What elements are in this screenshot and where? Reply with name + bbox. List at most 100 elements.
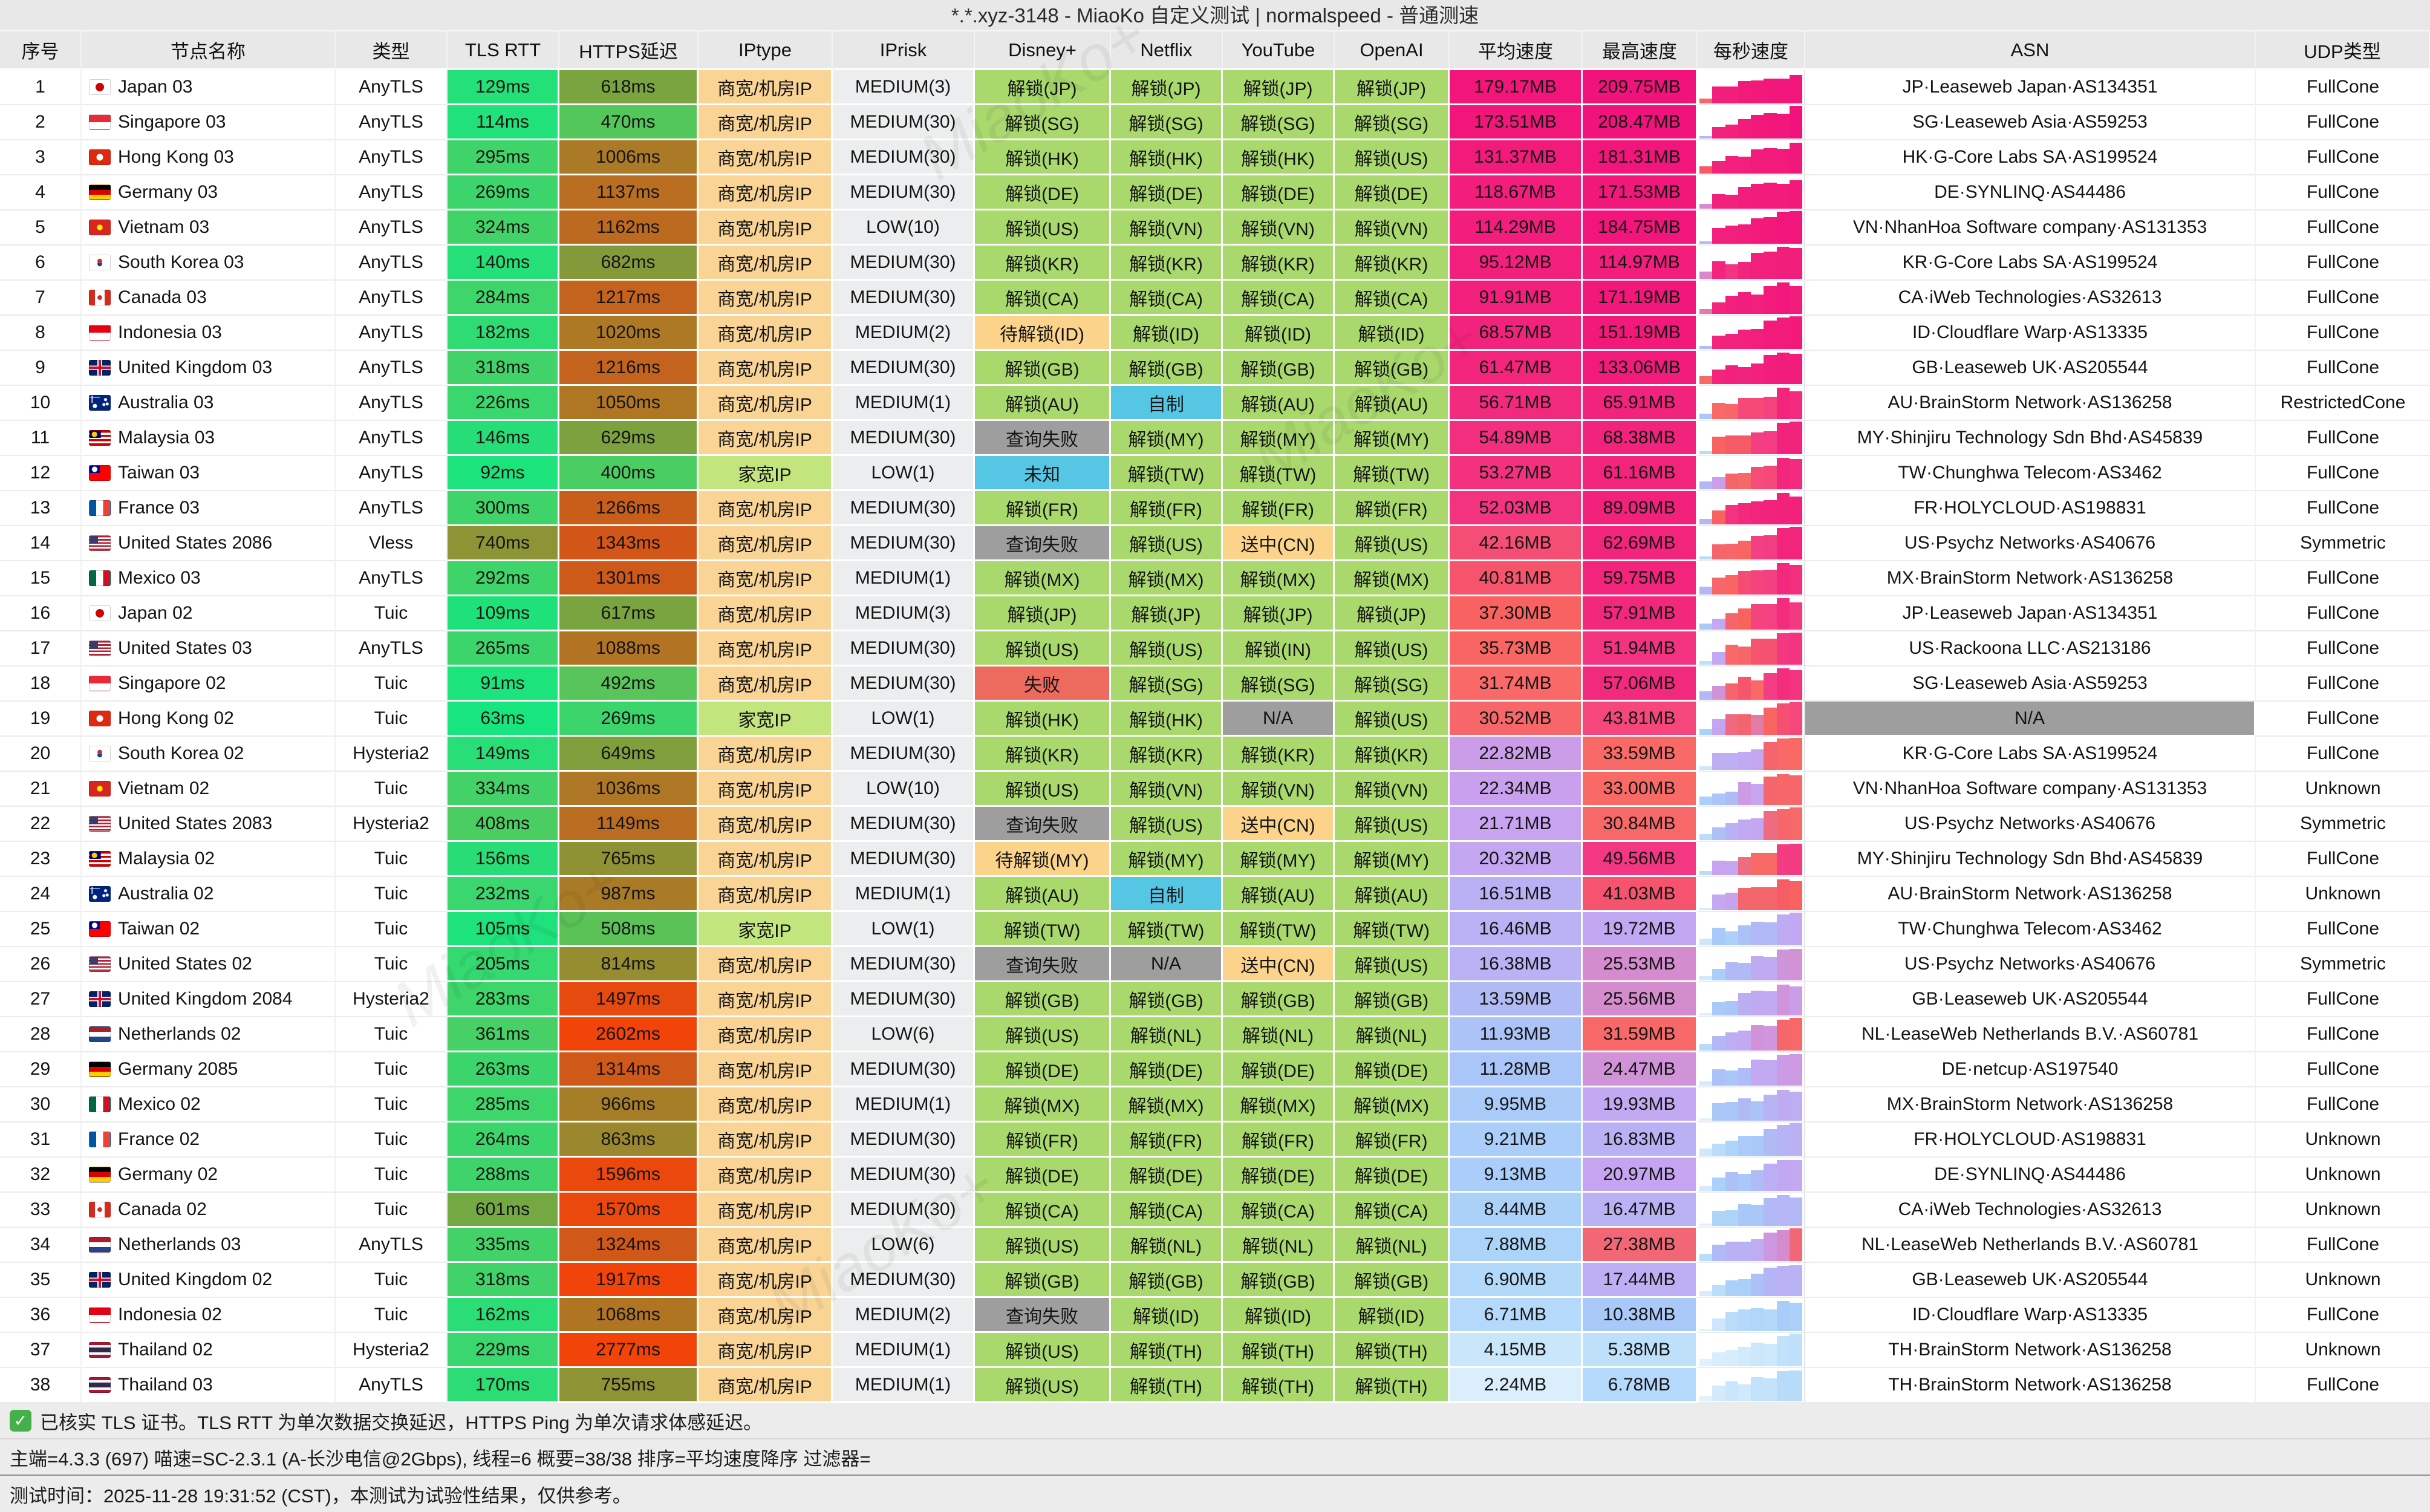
- cell-speed-chart: [1698, 1123, 1805, 1158]
- cell-type: AnyTLS: [336, 140, 448, 175]
- cell-avg-speed: 21.71MB: [1450, 807, 1583, 842]
- speed-bar: [1738, 119, 1751, 138]
- speed-bar: [1790, 949, 1802, 980]
- cell-asn: ID·Cloudflare Warp·AS13335: [1805, 1298, 2256, 1333]
- cell-openai: 解锁(US): [1335, 947, 1450, 982]
- cell-openai: 解锁(DE): [1335, 175, 1450, 210]
- cell-udp-type: Symmetric: [2256, 947, 2430, 982]
- cell-https-latency: 649ms: [559, 737, 699, 772]
- cell-netflix: 解锁(MY): [1111, 421, 1223, 456]
- speed-bar: [1712, 194, 1725, 209]
- speed-bar: [1699, 136, 1712, 138]
- node-name-label: South Korea 02: [118, 743, 244, 764]
- cell-node-name: United Kingdom 02: [82, 1263, 336, 1298]
- speed-bar: [1777, 318, 1790, 349]
- country-flag-icon: [89, 781, 111, 797]
- cell-openai: 解锁(VN): [1335, 210, 1450, 246]
- cell-ip-type: 商宽/机房IP: [699, 1193, 833, 1228]
- speed-bar: [1751, 1343, 1764, 1366]
- cell-node-name: Singapore 02: [82, 666, 336, 702]
- cell-openai: 解锁(TH): [1335, 1333, 1450, 1368]
- cell-max-speed: 114.97MB: [1583, 246, 1698, 281]
- node-name-label: United States 2083: [118, 813, 272, 834]
- speed-bar: [1712, 228, 1725, 244]
- speed-bar: [1712, 1002, 1725, 1015]
- node-name-label: Japan 03: [118, 77, 192, 97]
- cell-udp-type: FullCone: [2256, 491, 2430, 526]
- cell-type: AnyTLS: [336, 351, 448, 386]
- speed-bar: [1712, 510, 1725, 524]
- speed-bar: [1738, 752, 1751, 770]
- speed-bar: [1699, 166, 1712, 174]
- speed-bar: [1790, 1334, 1802, 1366]
- cell-tls-rtt: 140ms: [448, 246, 559, 281]
- speed-bar: [1790, 106, 1802, 138]
- speed-bar: [1764, 217, 1776, 244]
- node-name-label: Taiwan 03: [118, 463, 200, 483]
- cell-avg-speed: 56.71MB: [1450, 386, 1583, 421]
- cell-disney: 解锁(US): [975, 1368, 1111, 1403]
- speed-bar: [1790, 391, 1802, 419]
- speed-bar: [1790, 702, 1802, 735]
- speed-bar: [1738, 503, 1751, 524]
- cell-udp-type: Unknown: [2256, 1263, 2430, 1298]
- node-name-label: Thailand 03: [118, 1375, 213, 1395]
- cell-asn: NL·LeaseWeb Netherlands B.V.·AS60781: [1805, 1017, 2256, 1052]
- speed-bar: [1712, 161, 1725, 174]
- country-flag-icon: [89, 184, 111, 200]
- cell-openai: 解锁(ID): [1335, 1298, 1450, 1333]
- node-name-label: Netherlands 02: [118, 1024, 241, 1044]
- cell-netflix: 解锁(CA): [1111, 281, 1223, 316]
- cell-youtube: 解锁(SG): [1223, 666, 1335, 702]
- speed-bar: [1790, 497, 1802, 524]
- cell-asn: JP·Leaseweb Japan·AS134351: [1805, 596, 2256, 631]
- cell-max-speed: 19.72MB: [1583, 912, 1698, 947]
- cell-ip-risk: MEDIUM(30): [833, 105, 975, 140]
- speed-bar: [1712, 719, 1725, 735]
- speed-bar: [1712, 861, 1725, 875]
- cell-max-speed: 171.19MB: [1583, 281, 1698, 316]
- cell-node-name: Germany 03: [82, 175, 336, 210]
- cell-netflix: 解锁(TH): [1111, 1333, 1223, 1368]
- cell-asn: KR·G-Core Labs SA·AS199524: [1805, 246, 2256, 281]
- country-flag-icon: [89, 500, 111, 516]
- cell-speed-chart: [1698, 877, 1805, 912]
- speed-bar: [1764, 1164, 1776, 1191]
- cell-netflix: 解锁(JP): [1111, 596, 1223, 631]
- speed-bar: [1751, 398, 1764, 419]
- cell-youtube: 解锁(FR): [1223, 1123, 1335, 1158]
- cell-tls-rtt: 269ms: [448, 175, 559, 210]
- cell-index: 3: [0, 140, 82, 175]
- speed-bar: [1725, 823, 1738, 840]
- cell-ip-type: 家宽IP: [699, 912, 833, 947]
- country-flag-icon: [89, 1132, 111, 1147]
- cell-speed-chart: [1698, 421, 1805, 456]
- speed-bar: [1790, 354, 1802, 384]
- cell-tls-rtt: 232ms: [448, 877, 559, 912]
- speed-bar: [1699, 1291, 1712, 1296]
- cell-index: 32: [0, 1158, 82, 1193]
- speed-bar: [1699, 976, 1712, 980]
- cell-disney: 查询失败: [975, 1298, 1111, 1333]
- cell-asn: VN·NhanHoa Software company·AS131353: [1805, 210, 2256, 246]
- cell-https-latency: 492ms: [559, 666, 699, 702]
- speed-bar: [1699, 1254, 1712, 1261]
- cell-ip-type: 商宽/机房IP: [699, 1087, 833, 1123]
- node-name-label: Singapore 03: [118, 112, 226, 132]
- speed-bar: [1777, 738, 1790, 770]
- cell-https-latency: 400ms: [559, 456, 699, 491]
- cell-youtube: 解锁(GB): [1223, 1263, 1335, 1298]
- cell-speed-chart: [1698, 807, 1805, 842]
- cell-ip-type: 商宽/机房IP: [699, 421, 833, 456]
- cell-tls-rtt: 601ms: [448, 1193, 559, 1228]
- speed-bar: [1738, 224, 1751, 244]
- speed-bar: [1699, 1149, 1712, 1156]
- cell-speed-chart: [1698, 982, 1805, 1017]
- node-name-label: Mexico 02: [118, 1094, 201, 1115]
- speed-bar: [1751, 1170, 1764, 1191]
- node-name-label: United States 03: [118, 638, 252, 659]
- page-title: *.*.xyz-3148 - MiaoKo 自定义测试 | normalspee…: [0, 0, 2430, 31]
- cell-youtube: 解锁(SG): [1223, 105, 1335, 140]
- cell-tls-rtt: 162ms: [448, 1298, 559, 1333]
- cell-max-speed: 6.78MB: [1583, 1368, 1698, 1403]
